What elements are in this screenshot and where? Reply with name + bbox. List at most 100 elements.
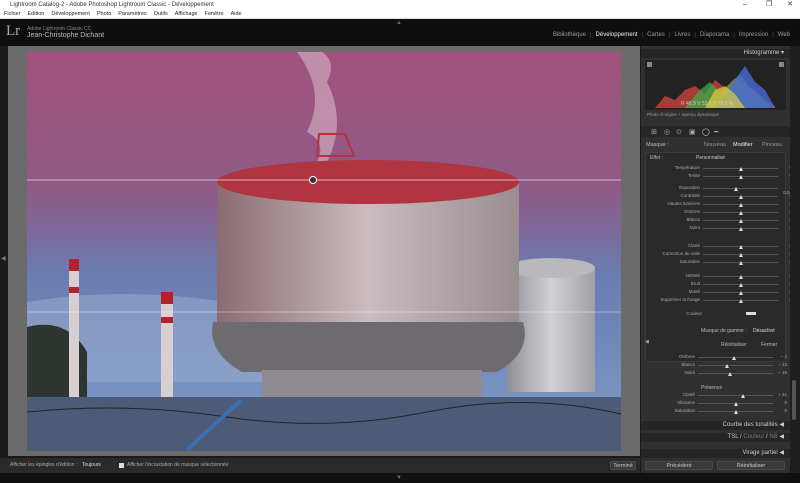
slider-handle[interactable] <box>738 275 743 279</box>
slider-value[interactable]: − 23 <box>777 362 787 367</box>
slider-handle[interactable] <box>738 211 743 215</box>
maximize-button[interactable]: ❐ <box>759 0 779 10</box>
mask-close-button[interactable]: Fermer <box>761 342 777 348</box>
slider-handle[interactable] <box>724 364 729 368</box>
mask-toggle-icon[interactable]: ◀ <box>645 339 649 345</box>
slider-row: Clarté + 21 <box>641 392 790 400</box>
slider-handle[interactable] <box>733 402 738 406</box>
left-panel-collapsed[interactable] <box>0 46 8 456</box>
adjustment-brush-icon[interactable]: ━ <box>714 128 718 136</box>
tone-curve-header[interactable]: Courbe des tonalités ◀ <box>641 421 790 430</box>
slider-value[interactable]: − 2 <box>777 354 787 359</box>
range-mask-select[interactable]: Désactivé <box>753 328 775 334</box>
slider-label: Noirs <box>689 225 700 230</box>
radial-filter-icon[interactable]: ◯ <box>702 128 710 136</box>
spot-removal-icon[interactable]: ◎ <box>664 128 670 136</box>
slider-handle[interactable] <box>732 356 736 360</box>
slider-track[interactable] <box>703 188 778 189</box>
red-eye-icon[interactable]: ⊙ <box>676 128 682 136</box>
close-button[interactable]: ✕ <box>780 0 800 10</box>
slider-handle[interactable] <box>738 261 743 265</box>
slider-row: Saturation 0 <box>641 408 790 416</box>
done-button[interactable]: Terminé <box>610 461 636 470</box>
slider-value[interactable]: 0 <box>777 400 787 405</box>
menu-item[interactable]: Fenêtre <box>205 11 224 17</box>
slider-handle[interactable] <box>727 372 732 376</box>
menu-item[interactable]: Développement <box>51 11 90 17</box>
left-panel-toggle-icon[interactable]: ◀ <box>1 255 6 262</box>
top-panel-toggle-icon[interactable]: ▲ <box>396 20 402 26</box>
split-toning-header[interactable]: Virage partiel ◀ <box>641 449 790 458</box>
mask-new[interactable]: Nouveau <box>704 142 726 148</box>
effect-preset-select[interactable]: Personnalisé <box>696 155 725 161</box>
slider-track[interactable] <box>698 365 773 366</box>
slider-handle[interactable] <box>738 291 743 295</box>
slider-value[interactable]: + 21 <box>777 392 787 397</box>
color-swatch[interactable] <box>746 312 756 315</box>
slider-value[interactable]: − 15 <box>777 370 787 375</box>
menu-item[interactable]: Edition <box>28 11 45 17</box>
shadow-clipping-toggle[interactable] <box>647 62 652 67</box>
mask-brush[interactable]: Pinceau <box>762 142 782 148</box>
slider-value[interactable]: 0 <box>777 408 787 413</box>
slider-row: Exposition− 0,58 <box>646 185 792 195</box>
slider-handle[interactable] <box>733 410 738 414</box>
slider-label: Noirs <box>684 370 695 375</box>
slider-handle[interactable] <box>741 394 745 398</box>
module-develop[interactable]: Développement <box>592 32 642 38</box>
menu-item[interactable]: Outils <box>154 11 168 17</box>
crop-icon[interactable]: ⊞ <box>651 128 657 136</box>
slider-row: Hautes lumières0 <box>646 201 792 209</box>
lightroom-logo: Lr <box>6 23 21 39</box>
mask-edit[interactable]: Modifier <box>733 142 753 148</box>
slider-handle[interactable] <box>738 245 743 249</box>
minimize-button[interactable]: – <box>735 0 755 10</box>
slider-handle[interactable] <box>734 187 738 191</box>
module-map[interactable]: Cartes <box>643 32 669 38</box>
slider-label: Teinte <box>687 173 700 178</box>
slider-handle[interactable] <box>738 227 743 231</box>
slider-handle[interactable] <box>738 283 743 287</box>
hsl-header[interactable]: TSL / Couleur / NB ◀ <box>641 433 790 442</box>
overlay-checkbox[interactable] <box>119 463 124 468</box>
color-label: Couleur <box>686 311 702 316</box>
filmstrip-toggle-icon[interactable]: ▼ <box>396 475 402 481</box>
slider-handle[interactable] <box>738 219 743 223</box>
photo-preview[interactable] <box>27 52 621 451</box>
tool-strip: ⊞ ◎ ⊙ ▣ ◯ ━ <box>641 126 790 137</box>
slider-label: Clarté <box>687 243 700 248</box>
slider-label: Correction du voile <box>662 251 700 256</box>
module-web[interactable]: Web <box>774 32 794 38</box>
slider-track[interactable] <box>698 373 773 374</box>
slider-handle[interactable] <box>738 203 743 207</box>
slider-row: Noirs0 <box>646 225 792 233</box>
module-slideshow[interactable]: Diaporama <box>696 32 733 38</box>
scrollbar-thumb[interactable] <box>792 380 796 420</box>
slider-handle[interactable] <box>738 299 743 303</box>
histogram-header[interactable]: Histogramme ▾ <box>641 49 790 58</box>
mask-reset-button[interactable]: Réinitialiser <box>721 342 747 348</box>
graduated-filter-icon[interactable]: ▣ <box>689 128 696 136</box>
slider-handle[interactable] <box>738 175 743 179</box>
module-print[interactable]: Impression <box>735 32 772 38</box>
slider-track[interactable] <box>698 395 773 396</box>
slider-row: Blancs0 <box>646 217 792 225</box>
slider-handle[interactable] <box>738 167 743 171</box>
module-library[interactable]: Bibliothèque <box>549 32 590 38</box>
module-book[interactable]: Livres <box>670 32 694 38</box>
slider-handle[interactable] <box>738 195 743 199</box>
slider-handle[interactable] <box>738 253 743 257</box>
reset-button[interactable]: Réinitialiser <box>717 461 785 470</box>
slider-label: Blancs <box>686 217 700 222</box>
menu-item[interactable]: Fichier <box>4 11 21 17</box>
mask-pin[interactable] <box>309 176 317 184</box>
previous-button[interactable]: Précédent <box>645 461 713 470</box>
overlay-label: Afficher l'incrustation de masque sélect… <box>127 462 229 468</box>
highlight-clipping-toggle[interactable] <box>779 62 784 67</box>
menu-item[interactable]: Aide <box>231 11 242 17</box>
menu-item[interactable]: Photo <box>97 11 111 17</box>
menu-item[interactable]: Affichage <box>175 11 198 17</box>
menu-item[interactable]: Paramètres <box>118 11 146 17</box>
slider-label: Supprimer la frange <box>660 297 700 302</box>
show-pins-select[interactable]: Toujours <box>82 458 101 473</box>
